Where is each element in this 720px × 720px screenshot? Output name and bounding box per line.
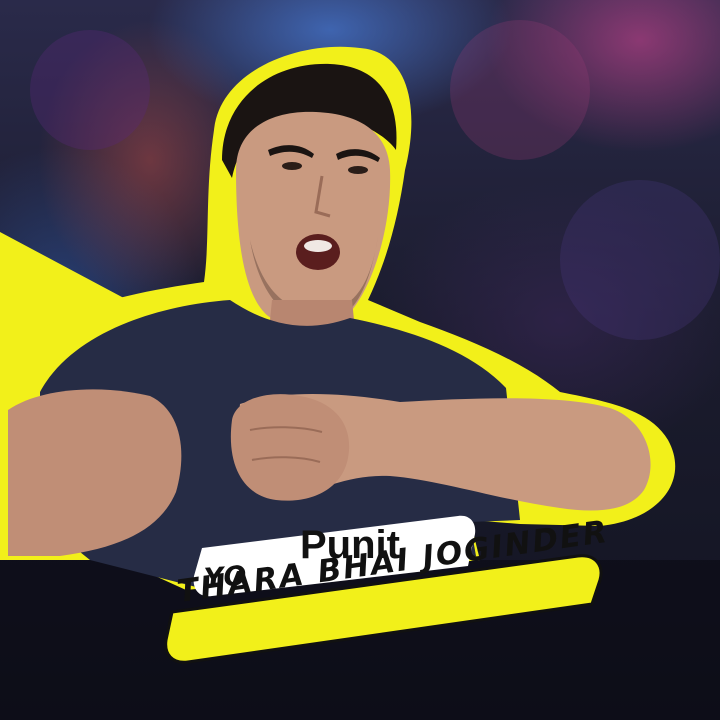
thumbnail-canvas: Punit YO THARA BHAI JOGINDER — [0, 0, 720, 720]
tagline-banner — [164, 554, 603, 664]
